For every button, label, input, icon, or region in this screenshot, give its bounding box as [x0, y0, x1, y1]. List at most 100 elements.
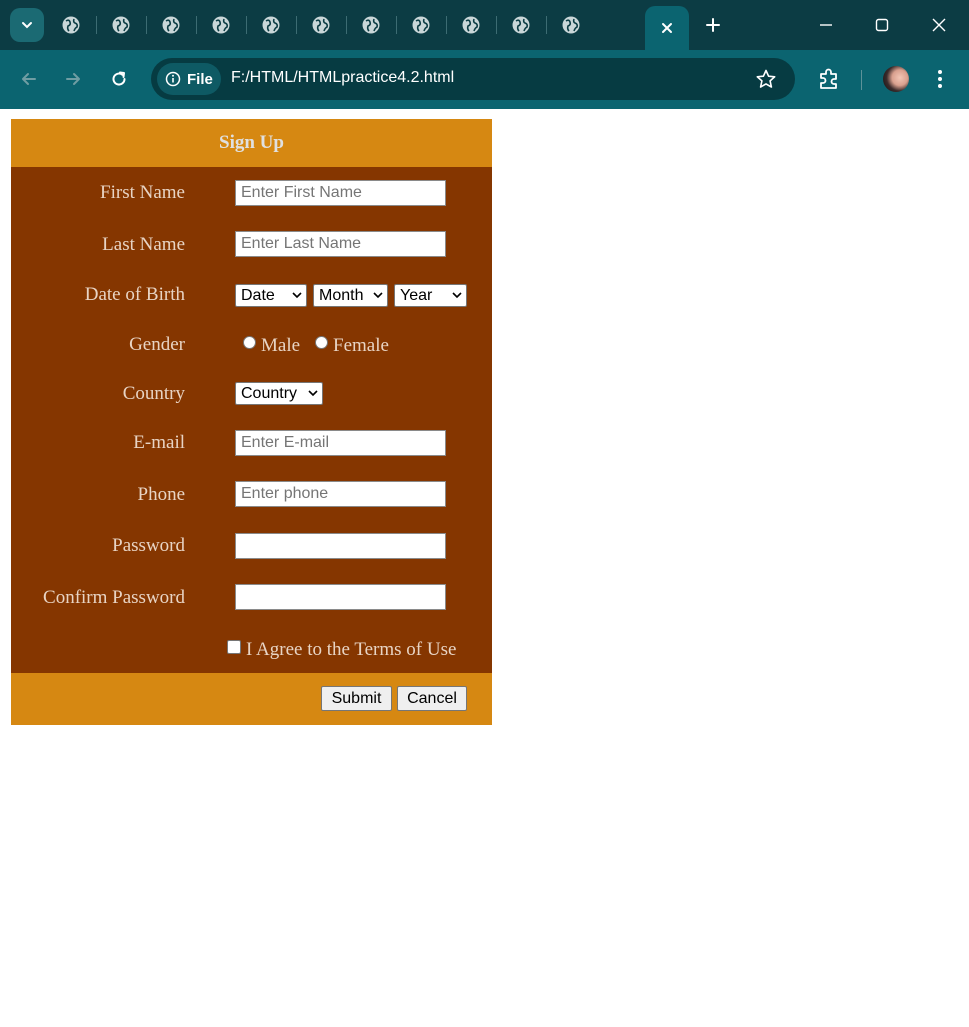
tab-item[interactable] — [560, 14, 582, 36]
tab-strip — [0, 0, 969, 50]
email-label: E-mail — [133, 432, 185, 453]
confirm-password-label: Confirm Password — [43, 587, 185, 608]
dob-date-value: Date — [241, 286, 275, 304]
tab-separator — [196, 16, 197, 34]
globe-icon — [512, 16, 530, 34]
dob-date-select[interactable]: Date — [235, 284, 307, 307]
dob-month-value: Month — [319, 286, 364, 304]
first-name-label: First Name — [100, 182, 185, 203]
tab-item[interactable] — [210, 14, 232, 36]
tab-item[interactable] — [460, 14, 482, 36]
tab-item[interactable] — [260, 14, 282, 36]
address-bar[interactable]: File F:/HTML/HTMLpractice4.2.html — [151, 58, 795, 100]
reload-icon — [112, 71, 126, 86]
tab-active[interactable] — [645, 6, 689, 50]
gender-label: Gender — [129, 334, 185, 355]
tab-separator — [146, 16, 147, 34]
chevron-down-icon — [22, 22, 32, 29]
toolbar-divider — [861, 70, 862, 90]
forward-arrow-icon — [66, 73, 80, 85]
info-icon — [165, 71, 181, 87]
gender-male-label: Male — [261, 335, 301, 356]
phone-input[interactable] — [235, 481, 446, 507]
password-input[interactable] — [235, 533, 446, 559]
reload-button[interactable] — [106, 66, 132, 92]
cancel-button[interactable]: Cancel — [397, 686, 467, 711]
tab-separator — [96, 16, 97, 34]
back-button[interactable] — [16, 66, 42, 92]
gender-female-label: Female — [333, 335, 389, 356]
globe-icon — [162, 16, 180, 34]
tab-search-button[interactable] — [10, 8, 44, 42]
country-value: Country — [241, 384, 298, 402]
chevron-down-icon — [373, 292, 383, 299]
tab-separator — [446, 16, 447, 34]
globe-icon — [262, 16, 280, 34]
terms-label: I Agree to the Terms of Use — [246, 639, 457, 660]
window-close-button[interactable] — [924, 10, 954, 40]
first-name-input[interactable] — [235, 180, 446, 206]
dob-month-select[interactable]: Month — [313, 284, 388, 307]
tab-separator — [496, 16, 497, 34]
signup-form: Sign Up First Name Last Name Date of Bir… — [11, 119, 492, 725]
globe-icon — [462, 16, 480, 34]
url-text[interactable]: F:/HTML/HTMLpractice4.2.html — [231, 69, 454, 87]
form-header: Sign Up — [11, 119, 492, 167]
extensions-puzzle-icon[interactable] — [816, 66, 842, 92]
globe-icon — [362, 16, 380, 34]
tab-item[interactable] — [160, 14, 182, 36]
forward-button[interactable] — [60, 66, 86, 92]
site-info-chip[interactable]: File — [157, 63, 221, 95]
country-select[interactable]: Country — [235, 382, 323, 405]
tab-item[interactable] — [310, 14, 332, 36]
globe-icon — [312, 16, 330, 34]
plus-icon — [706, 18, 720, 32]
tab-item[interactable] — [410, 14, 432, 36]
last-name-label: Last Name — [102, 234, 185, 255]
globe-icon — [562, 16, 580, 34]
form-title: Sign Up — [219, 132, 284, 153]
minimize-icon — [820, 24, 832, 26]
tab-separator — [246, 16, 247, 34]
last-name-input[interactable] — [235, 231, 446, 257]
profile-avatar[interactable] — [883, 66, 909, 92]
chevron-down-icon — [292, 292, 302, 299]
close-icon[interactable] — [660, 21, 674, 35]
tab-separator — [346, 16, 347, 34]
tab-separator — [546, 16, 547, 34]
tab-separator — [296, 16, 297, 34]
dob-year-select[interactable]: Year — [394, 284, 467, 307]
chevron-down-icon — [308, 390, 318, 397]
country-label: Country — [122, 383, 185, 404]
chevron-down-icon — [452, 292, 462, 299]
tab-item[interactable] — [60, 14, 82, 36]
bookmark-star-icon[interactable] — [755, 68, 777, 90]
close-icon — [932, 18, 946, 32]
globe-icon — [212, 16, 230, 34]
tab-item[interactable] — [360, 14, 382, 36]
tab-separator — [396, 16, 397, 34]
maximize-icon — [875, 18, 889, 32]
globe-icon — [412, 16, 430, 34]
browser-toolbar: File F:/HTML/HTMLpractice4.2.html — [0, 50, 969, 109]
gender-female-radio[interactable] — [315, 336, 328, 349]
tab-item[interactable] — [110, 14, 132, 36]
kebab-menu-icon[interactable] — [930, 66, 950, 92]
new-tab-button[interactable] — [700, 12, 726, 38]
site-info-label: File — [187, 70, 213, 88]
dob-year-value: Year — [400, 286, 433, 304]
maximize-button[interactable] — [867, 10, 897, 40]
password-label: Password — [112, 535, 185, 556]
gender-male-radio[interactable] — [243, 336, 256, 349]
tab-item[interactable] — [510, 14, 532, 36]
back-arrow-icon — [22, 73, 36, 85]
confirm-password-input[interactable] — [235, 584, 446, 610]
phone-label: Phone — [137, 484, 186, 505]
globe-icon — [112, 16, 130, 34]
submit-button[interactable]: Submit — [321, 686, 392, 711]
dob-label: Date of Birth — [84, 284, 185, 305]
globe-icon — [62, 16, 80, 34]
terms-checkbox[interactable] — [227, 640, 241, 654]
minimize-button[interactable] — [811, 10, 841, 40]
email-input[interactable] — [235, 430, 446, 456]
